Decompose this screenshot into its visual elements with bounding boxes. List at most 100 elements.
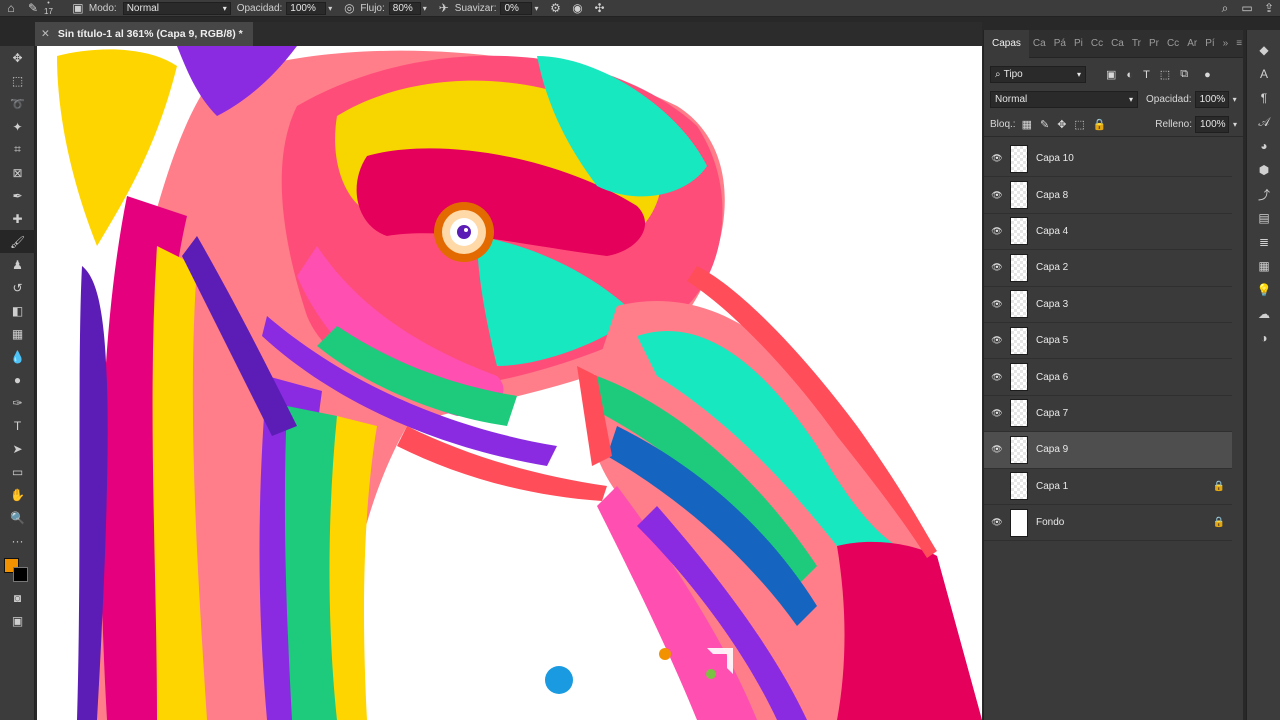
brush-size-picker[interactable]: • 17 — [44, 0, 53, 17]
layer-opacity-input[interactable]: 100% — [1194, 91, 1229, 108]
layer-row[interactable]: 👁 Capa 5 — [984, 323, 1232, 360]
chevron-down-icon[interactable]: ▾ — [1233, 120, 1237, 129]
workspace-icon[interactable]: ▭ — [1236, 0, 1258, 17]
brush-tool-icon[interactable]: 🖌 — [0, 230, 35, 253]
frame-tool-icon[interactable]: ⊠ — [0, 161, 35, 184]
close-icon[interactable]: ✕ — [41, 28, 50, 40]
chevron-down-icon[interactable]: ▾ — [1233, 95, 1237, 104]
tab-capas[interactable]: Capas — [984, 29, 1029, 58]
history-brush-tool-icon[interactable]: ↺ — [0, 276, 35, 299]
filter-smart-object-icon[interactable]: ⧉ — [1180, 68, 1188, 81]
lasso-tool-icon[interactable]: ➰ — [0, 92, 35, 115]
pressure-size-icon[interactable]: ◉ — [566, 0, 588, 17]
move-tool-icon[interactable]: ✥ — [0, 46, 35, 69]
layer-row[interactable]: 👁 Capa 7 — [984, 396, 1232, 433]
lock-position-icon[interactable]: ✥ — [1057, 118, 1066, 131]
gradient-tool-icon[interactable]: ▦ — [0, 322, 35, 345]
layer-row[interactable]: Capa 1 🔒 — [984, 469, 1232, 505]
layer-name[interactable]: Capa 2 — [1036, 262, 1206, 273]
zoom-tool-icon[interactable]: 🔍 — [0, 506, 35, 529]
document-tab[interactable]: ✕ Sin título-1 al 361% (Capa 9, RGB/8) * — [35, 22, 253, 46]
layer-row[interactable]: 👁 Capa 9 — [984, 432, 1232, 469]
tab-pa[interactable]: Pá — [1050, 30, 1070, 58]
properties-panel-icon[interactable]: ◑ — [1247, 326, 1280, 350]
blend-mode-select[interactable]: Normal ▾ — [990, 91, 1138, 108]
color-panel-icon[interactable]: ◕ — [1247, 134, 1280, 158]
symmetry-icon[interactable]: ✣ — [588, 0, 610, 17]
panel-menu-icon[interactable]: ≡ — [1232, 30, 1246, 58]
layer-name[interactable]: Capa 3 — [1036, 299, 1206, 310]
learn-panel-icon[interactable]: 💡 — [1247, 278, 1280, 302]
eyedropper-tool-icon[interactable]: ✒ — [0, 184, 35, 207]
crop-tool-icon[interactable]: ⌗ — [0, 138, 35, 161]
panel-expand-icon[interactable]: » — [1219, 30, 1233, 58]
marquee-tool-icon[interactable]: ⬚ — [0, 69, 35, 92]
eye-icon[interactable]: 👁 — [984, 408, 1010, 419]
glyphs-panel-icon[interactable]: 𝒜 — [1247, 110, 1280, 134]
fill-input[interactable]: 100% — [1194, 115, 1229, 133]
layer-name[interactable]: Capa 9 — [1036, 444, 1206, 455]
eraser-tool-icon[interactable]: ◧ — [0, 299, 35, 322]
tab-cc-2[interactable]: Cc — [1163, 30, 1183, 58]
tab-tr[interactable]: Tr — [1128, 30, 1145, 58]
eye-icon[interactable]: 👁 — [984, 190, 1010, 201]
shape-tool-icon[interactable]: ▭ — [0, 460, 35, 483]
flow-input[interactable]: 80% — [388, 1, 421, 15]
lock-artboard-icon[interactable]: ⬚ — [1074, 118, 1084, 131]
filter-toggle-icon[interactable]: ● — [1204, 69, 1211, 81]
smoothing-input[interactable]: 0% — [500, 1, 533, 15]
share-icon[interactable]: ⇪ — [1258, 0, 1280, 17]
character-panel-icon[interactable]: A — [1247, 62, 1280, 86]
tab-pi[interactable]: Pi — [1070, 30, 1087, 58]
layer-row[interactable]: 👁 Capa 3 — [984, 287, 1232, 323]
filter-type-icon[interactable]: T — [1143, 69, 1150, 81]
layer-name[interactable]: Capa 8 — [1036, 190, 1206, 201]
layer-name[interactable]: Capa 1 — [1036, 481, 1206, 492]
type-tool-icon[interactable]: T — [0, 414, 35, 437]
layer-row[interactable]: 👁 Capa 6 — [984, 359, 1232, 396]
chevron-down-icon[interactable]: ▾ — [534, 4, 538, 13]
more-tools-icon[interactable]: ··· — [0, 529, 35, 552]
search-icon[interactable]: ⌕ — [1214, 0, 1236, 17]
adjustments-panel-icon[interactable]: ▤ — [1247, 206, 1280, 230]
airbrush-icon[interactable]: ✈ — [433, 0, 455, 17]
lock-transparent-icon[interactable]: ▦ — [1022, 118, 1032, 131]
tab-ar[interactable]: Ar — [1183, 30, 1201, 58]
brush-preset-icon[interactable]: ✎ — [22, 0, 44, 17]
quick-mask-icon[interactable]: ◙ — [0, 586, 35, 609]
pressure-opacity-icon[interactable]: ◎ — [338, 0, 360, 17]
layer-row[interactable]: 👁 Capa 10 — [984, 141, 1232, 178]
paragraph-panel-icon[interactable]: ¶ — [1247, 86, 1280, 110]
tab-pi-2[interactable]: Pí — [1201, 30, 1218, 58]
clone-stamp-tool-icon[interactable]: ♟ — [0, 253, 35, 276]
layer-row[interactable]: 👁 Capa 4 — [984, 214, 1232, 251]
table-panel-icon[interactable]: ▦ — [1247, 254, 1280, 278]
layer-name[interactable]: Capa 10 — [1036, 153, 1206, 164]
pen-tool-icon[interactable]: ✑ — [0, 391, 35, 414]
background-color-swatch[interactable] — [13, 567, 28, 582]
tab-ca-2[interactable]: Ca — [1107, 30, 1128, 58]
paths-panel-icon[interactable]: ⤴ — [1247, 182, 1280, 206]
eye-icon[interactable]: 👁 — [984, 299, 1010, 310]
lock-image-icon[interactable]: ✎ — [1040, 118, 1049, 131]
tab-pr[interactable]: Pr — [1145, 30, 1163, 58]
eye-icon[interactable]: 👁 — [984, 517, 1010, 528]
brush-settings-icon[interactable]: ▣ — [67, 0, 89, 17]
healing-brush-tool-icon[interactable]: ✚ — [0, 207, 35, 230]
document-canvas[interactable] — [37, 46, 982, 720]
eye-icon[interactable]: 👁 — [984, 226, 1010, 237]
eye-icon[interactable]: 👁 — [984, 153, 1010, 164]
filter-adjustment-icon[interactable]: ◐ — [1126, 69, 1133, 81]
layer-name[interactable]: Capa 5 — [1036, 335, 1206, 346]
magic-wand-tool-icon[interactable]: ✦ — [0, 115, 35, 138]
chevron-down-icon[interactable]: ▾ — [328, 4, 332, 13]
layer-row[interactable]: 👁 Capa 2 — [984, 250, 1232, 287]
tab-ca[interactable]: Ca — [1029, 30, 1050, 58]
eye-icon[interactable]: 👁 — [984, 335, 1010, 346]
dodge-tool-icon[interactable]: ● — [0, 368, 35, 391]
swatches-panel-icon[interactable]: ⬢ — [1247, 158, 1280, 182]
layer-name[interactable]: Capa 7 — [1036, 408, 1206, 419]
channels-panel-icon[interactable]: ≣ — [1247, 230, 1280, 254]
layer-name[interactable]: Fondo — [1036, 517, 1206, 528]
screen-mode-icon[interactable]: ▣ — [0, 609, 35, 632]
